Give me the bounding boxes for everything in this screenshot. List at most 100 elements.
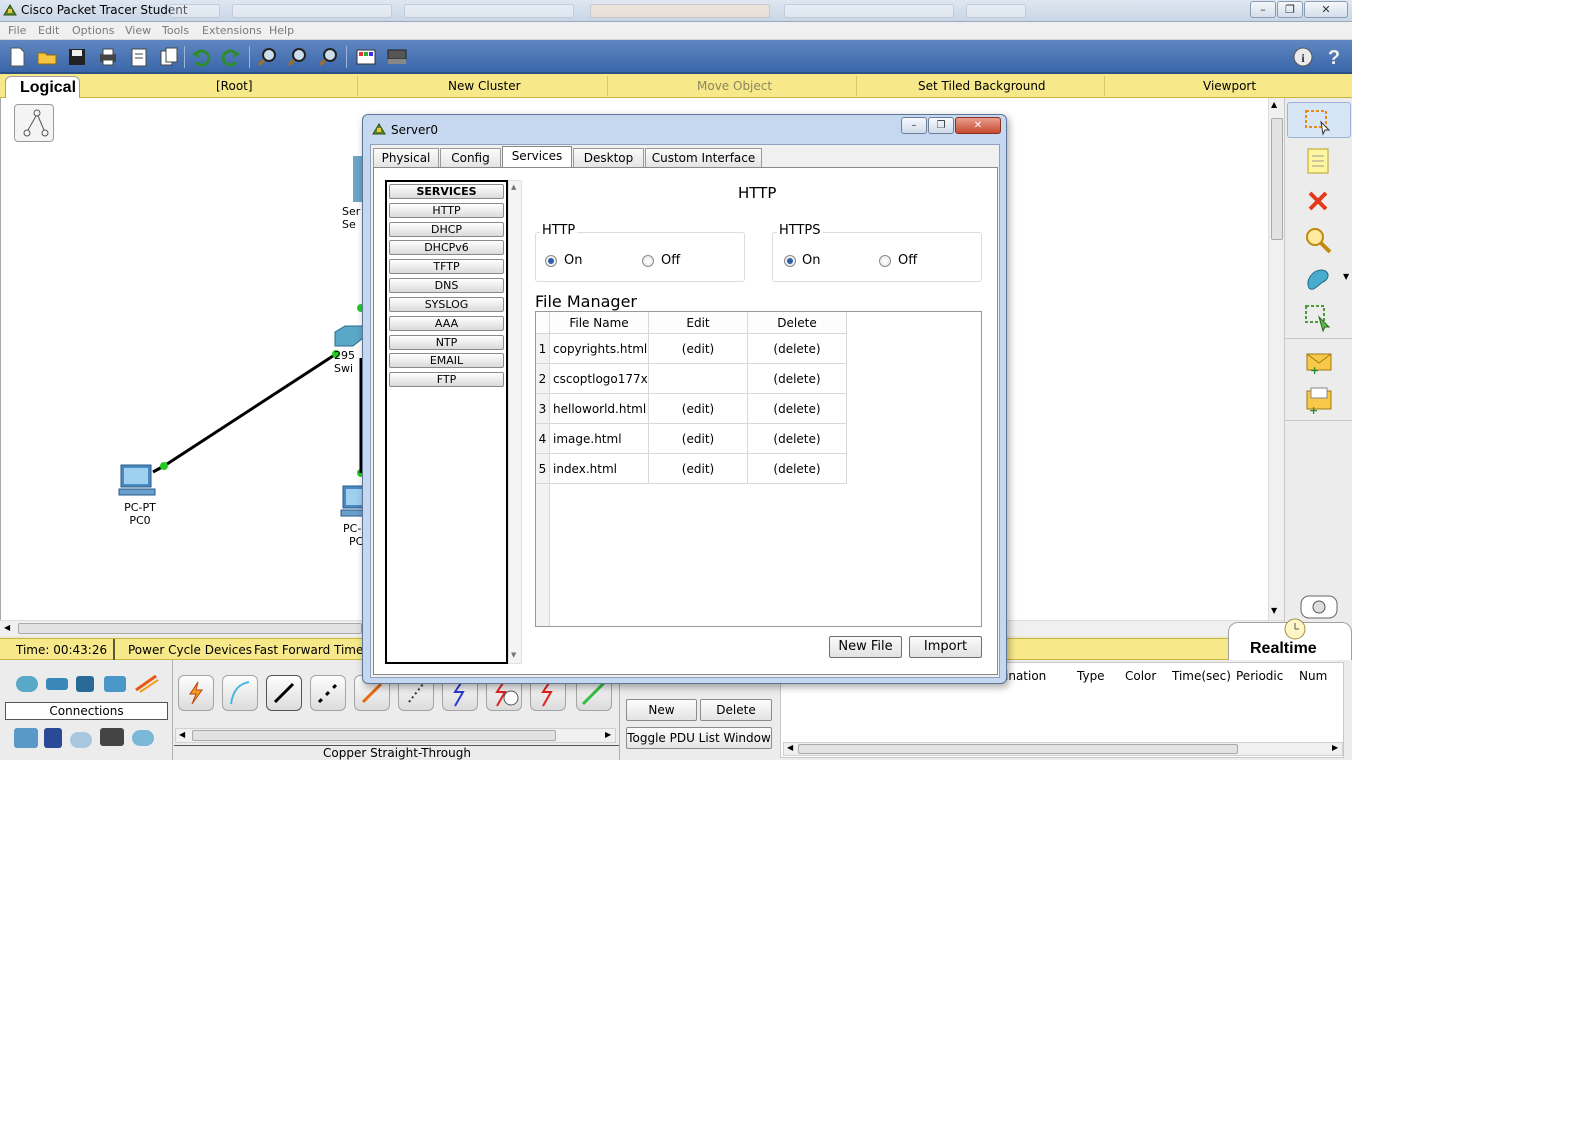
end-devices-icon[interactable] [14, 728, 38, 748]
dialog-close-button[interactable]: ✕ [955, 117, 1001, 134]
dialog-minimize-button[interactable]: – [901, 117, 927, 134]
redo-icon[interactable] [220, 46, 242, 68]
tab-services[interactable]: Services [502, 146, 572, 168]
activity-wizard-icon[interactable] [128, 46, 150, 68]
edit-file-link[interactable]: (edit) [649, 454, 748, 484]
service-syslog-button[interactable]: SYSLOG [389, 297, 504, 312]
service-dns-button[interactable]: DNS [389, 278, 504, 293]
link-pc0-switch[interactable] [163, 352, 337, 468]
scroll-thumb[interactable] [18, 623, 362, 634]
toggle-pdu-list-button[interactable]: Toggle PDU List Window [626, 727, 772, 749]
tab-custom-interface[interactable]: Custom Interface [645, 148, 762, 167]
help-icon[interactable]: ? [1323, 46, 1345, 68]
palette-icon[interactable] [355, 46, 377, 68]
edit-file-link[interactable]: (edit) [649, 424, 748, 454]
menu-view[interactable]: View [125, 24, 151, 37]
delete-file-link[interactable]: (delete) [748, 394, 847, 424]
fast-forward-time-button[interactable]: Fast Forward Time [254, 643, 363, 657]
http-off-radio[interactable] [642, 255, 654, 267]
draw-shape-icon[interactable] [1303, 264, 1333, 294]
zoom-out-icon[interactable] [317, 46, 339, 68]
move-object-button[interactable]: Move Object [697, 79, 772, 93]
scroll-thumb[interactable] [192, 730, 556, 741]
select-icon[interactable] [1303, 106, 1333, 136]
copy-icon[interactable] [158, 46, 180, 68]
pc-icon[interactable] [117, 463, 161, 499]
edit-file-link[interactable]: (edit) [649, 394, 748, 424]
scroll-right-arrow-icon[interactable]: ▶ [605, 730, 611, 739]
delete-file-link[interactable]: (delete) [748, 424, 847, 454]
menu-edit[interactable]: Edit [38, 24, 59, 37]
resize-shape-icon[interactable] [1303, 303, 1333, 333]
new-file-button[interactable]: New File [829, 636, 902, 658]
menu-options[interactable]: Options [72, 24, 114, 37]
console-cable-button[interactable] [222, 675, 258, 711]
minimize-button[interactable]: – [1250, 1, 1276, 18]
cluster-icon[interactable] [14, 104, 54, 142]
service-ntp-button[interactable]: NTP [389, 335, 504, 350]
straight-through-cable-button[interactable] [266, 675, 302, 711]
save-icon[interactable] [66, 46, 88, 68]
open-folder-icon[interactable] [36, 46, 58, 68]
delete-icon[interactable] [1303, 186, 1333, 216]
new-scenario-button[interactable]: New [626, 699, 697, 721]
root-button[interactable]: [Root] [216, 79, 253, 93]
workspace-vertical-scrollbar[interactable]: ▲ ▼ [1268, 98, 1284, 620]
edit-file-link[interactable]: (edit) [649, 334, 748, 364]
routers-icon[interactable] [16, 676, 38, 692]
security-icon[interactable] [44, 728, 62, 748]
service-dhcpv6-button[interactable]: DHCPv6 [389, 240, 504, 255]
import-button[interactable]: Import [909, 636, 982, 658]
add-simple-pdu-icon[interactable]: + [1303, 347, 1333, 377]
menu-file[interactable]: File [8, 24, 26, 37]
menu-extensions[interactable]: Extensions [202, 24, 262, 37]
set-tiled-background-button[interactable]: Set Tiled Background [918, 79, 1046, 93]
custom-device-icon[interactable] [386, 46, 408, 68]
scroll-up-arrow-icon[interactable]: ▲ [511, 183, 516, 191]
service-email-button[interactable]: EMAIL [389, 353, 504, 368]
scroll-left-arrow-icon[interactable]: ◀ [179, 730, 185, 739]
realtime-tab[interactable]: Realtime [1228, 618, 1352, 662]
services-scrollbar[interactable]: ▲ ▼ [508, 180, 522, 664]
print-icon[interactable] [97, 46, 119, 68]
tab-physical[interactable]: Physical [373, 148, 439, 167]
scroll-down-arrow-icon[interactable]: ▼ [1271, 606, 1277, 615]
scroll-down-arrow-icon[interactable]: ▼ [511, 651, 516, 659]
undo-icon[interactable] [190, 46, 212, 68]
tab-desktop[interactable]: Desktop [573, 148, 644, 167]
restore-button[interactable]: ❐ [1277, 1, 1303, 18]
https-off-radio[interactable] [879, 255, 891, 267]
scroll-thumb[interactable] [798, 744, 1238, 754]
switches-icon[interactable] [46, 678, 68, 690]
service-tftp-button[interactable]: TFTP [389, 259, 504, 274]
new-file-icon[interactable] [6, 46, 28, 68]
info-icon[interactable]: i [1292, 46, 1314, 68]
chevron-down-icon[interactable]: ▼ [1343, 272, 1349, 281]
wireless-devices-icon[interactable] [104, 676, 126, 692]
power-cycle-devices-button[interactable]: Power Cycle Devices [128, 643, 252, 657]
https-on-radio[interactable] [784, 255, 796, 267]
scroll-up-arrow-icon[interactable]: ▲ [1271, 100, 1277, 109]
connections-scrollbar[interactable]: ◀ ▶ [175, 728, 616, 743]
menu-help[interactable]: Help [269, 24, 294, 37]
inspect-icon[interactable] [1303, 225, 1333, 255]
scroll-left-arrow-icon[interactable]: ◀ [787, 743, 793, 752]
service-aaa-button[interactable]: AAA [389, 316, 504, 331]
new-cluster-button[interactable]: New Cluster [448, 79, 521, 93]
scroll-thumb[interactable] [1271, 118, 1283, 240]
scroll-right-arrow-icon[interactable]: ▶ [1332, 743, 1338, 752]
delete-file-link[interactable]: (delete) [748, 364, 847, 394]
zoom-reset-icon[interactable] [286, 46, 308, 68]
place-note-icon[interactable] [1303, 146, 1333, 176]
connections-icon[interactable] [134, 672, 160, 694]
menu-tools[interactable]: Tools [162, 24, 189, 37]
multiuser-connection-icon[interactable] [132, 730, 154, 746]
http-on-radio[interactable] [545, 255, 557, 267]
dialog-restore-button[interactable]: ❐ [928, 117, 954, 134]
switch-icon[interactable] [333, 324, 363, 350]
crossover-cable-button[interactable] [310, 675, 346, 711]
custom-made-devices-icon[interactable] [100, 728, 124, 746]
tab-config[interactable]: Config [440, 148, 501, 167]
viewport-button[interactable]: Viewport [1203, 79, 1256, 93]
automatic-connection-button[interactable] [178, 675, 214, 711]
